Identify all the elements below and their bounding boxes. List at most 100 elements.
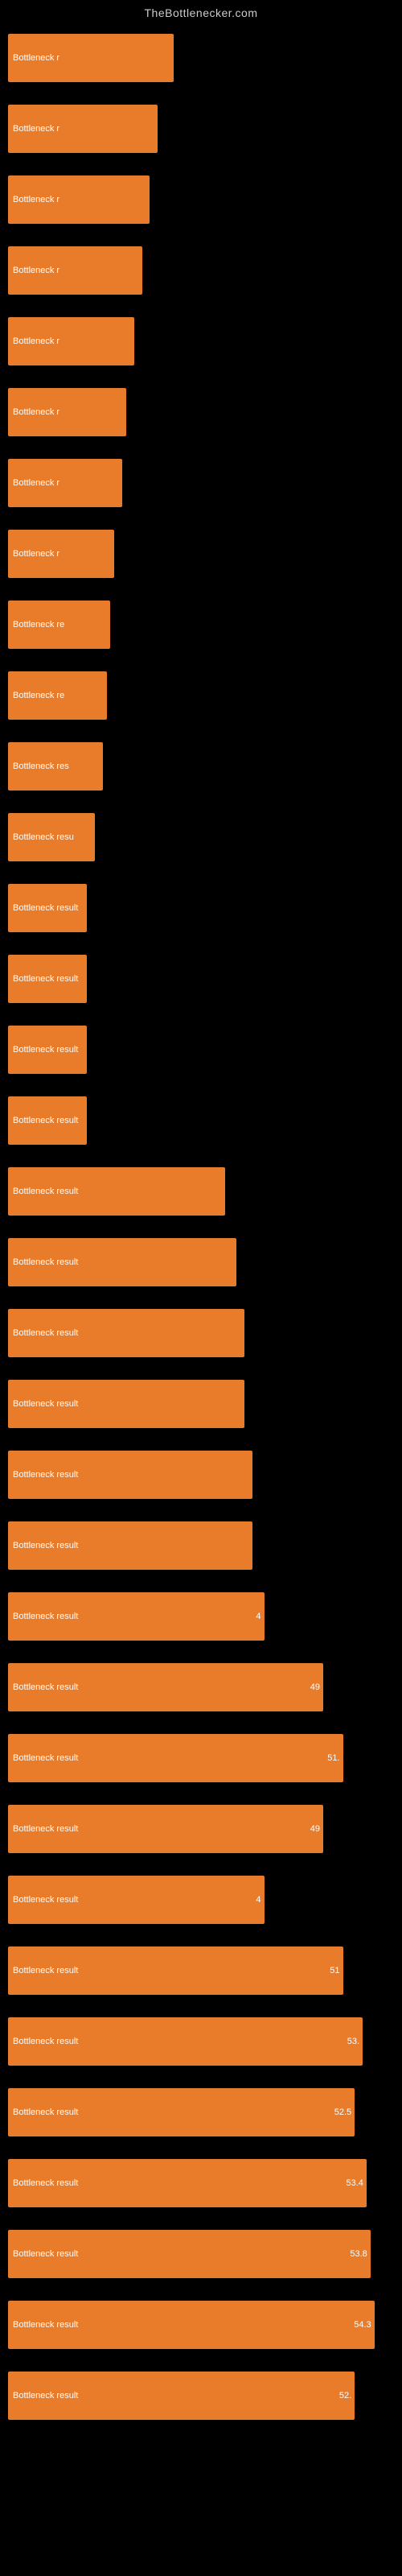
bar-row: 49Bottleneck result	[8, 1652, 402, 1723]
bar-row: Bottleneck result	[8, 873, 402, 943]
bar-fill: Bottleneck result	[8, 1026, 87, 1074]
bar-value: 49	[310, 1682, 323, 1692]
bar-fill: 4 Bottleneck result	[8, 1592, 265, 1641]
bar-row: Bottleneck result	[8, 1439, 402, 1510]
bar-fill: 54.3 Bottleneck result	[8, 2301, 375, 2349]
bar-value: 54.3	[354, 2320, 374, 2330]
bar-value: 51.	[327, 1753, 343, 1763]
bar-fill: Bottleneck result	[8, 884, 87, 932]
bar-fill: Bottleneck re	[8, 601, 110, 649]
bar-row: Bottleneck result	[8, 943, 402, 1014]
bar-row: 54.3 Bottleneck result	[8, 2289, 402, 2360]
bar-fill: 53.8 Bottleneck result	[8, 2230, 371, 2278]
bar-fill: Bottleneck res	[8, 742, 103, 791]
site-title: TheBottlenecker.com	[0, 0, 402, 23]
bar-row: Bottleneck r	[8, 306, 402, 377]
bar-row: Bottleneck result	[8, 1085, 402, 1156]
bar-label: Bottleneck result	[10, 1610, 81, 1623]
bar-row: Bottleneck r	[8, 164, 402, 235]
bar-row: 52.Bottleneck result	[8, 2360, 402, 2431]
bar-label: Bottleneck result	[10, 1893, 81, 1906]
bar-value: 51	[330, 1966, 343, 1975]
bar-row: 49 Bottleneck result	[8, 1794, 402, 1864]
bar-row: Bottleneck r	[8, 448, 402, 518]
bar-fill: Bottleneck r	[8, 175, 150, 224]
bar-label: Bottleneck result	[10, 902, 81, 914]
bar-row: Bottleneck resu	[8, 802, 402, 873]
bar-fill: 49 Bottleneck result	[8, 1805, 323, 1853]
bar-label: Bottleneck result	[10, 2106, 81, 2119]
bar-value: 53.	[347, 2037, 363, 2046]
bar-fill: Bottleneck r	[8, 246, 142, 295]
bar-label: Bottleneck re	[10, 618, 68, 631]
bar-label: Bottleneck r	[10, 547, 63, 560]
bar-label: Bottleneck result	[10, 2177, 81, 2190]
bar-row: Bottleneck result	[8, 1227, 402, 1298]
bar-fill: Bottleneck r	[8, 317, 134, 365]
bar-label: Bottleneck result	[10, 1397, 81, 1410]
bar-fill: 51. Bottleneck result	[8, 1734, 343, 1782]
bar-row: Bottleneck r	[8, 23, 402, 93]
bar-fill: Bottleneck result	[8, 1309, 244, 1357]
bar-label: Bottleneck r	[10, 193, 63, 206]
bar-row: Bottleneck r	[8, 377, 402, 448]
bar-label: Bottleneck result	[10, 2318, 81, 2331]
bar-fill: 53.4 Bottleneck result	[8, 2159, 367, 2207]
bar-row: 52.5 Bottleneck result	[8, 2077, 402, 2148]
bar-label: Bottleneck result	[10, 1823, 81, 1835]
bar-fill: Bottleneck result	[8, 1451, 252, 1499]
bar-label: Bottleneck result	[10, 1964, 81, 1977]
bar-label: Bottleneck result	[10, 1752, 81, 1765]
bar-fill: 52.5 Bottleneck result	[8, 2088, 355, 2136]
bar-fill: Bottleneck re	[8, 671, 107, 720]
bar-label: Bottleneck r	[10, 264, 63, 277]
bar-value: 49	[310, 1824, 323, 1834]
bar-label: Bottleneck r	[10, 335, 63, 348]
bar-fill: Bottleneck r	[8, 388, 126, 436]
bar-row: 51. Bottleneck result	[8, 1723, 402, 1794]
bar-row: Bottleneck result	[8, 1298, 402, 1368]
bar-row: 4 Bottleneck result	[8, 1864, 402, 1935]
bar-label: Bottleneck re	[10, 689, 68, 702]
bar-fill: Bottleneck r	[8, 105, 158, 153]
bar-fill: Bottleneck result	[8, 1238, 236, 1286]
bar-fill: 49Bottleneck result	[8, 1663, 323, 1711]
bar-label: Bottleneck result	[10, 2248, 81, 2260]
bar-fill: Bottleneck result	[8, 1096, 87, 1145]
bar-label: Bottleneck r	[10, 52, 63, 64]
bar-fill: 51 Bottleneck result	[8, 1946, 343, 1995]
bar-value: 53.8	[350, 2249, 370, 2259]
bar-value: 4	[256, 1612, 264, 1621]
bar-fill: Bottleneck result	[8, 1167, 225, 1216]
bar-label: Bottleneck r	[10, 122, 63, 135]
bar-label: Bottleneck result	[10, 1114, 81, 1127]
chart-area: Bottleneck r Bottleneck r Bottleneck r Bott…	[0, 23, 402, 2431]
bar-label: Bottleneck result	[10, 1539, 81, 1552]
bar-fill: Bottleneck r	[8, 34, 174, 82]
bar-label: Bottleneck result	[10, 1327, 81, 1340]
bar-label: Bottleneck resu	[10, 831, 77, 844]
bar-fill: Bottleneck resu	[8, 813, 95, 861]
bar-row: Bottleneck re	[8, 660, 402, 731]
bar-row: Bottleneck result	[8, 1014, 402, 1085]
bar-label: Bottleneck result	[10, 1185, 81, 1198]
bar-row: 53. Bottleneck result	[8, 2006, 402, 2077]
bar-fill: Bottleneck result	[8, 955, 87, 1003]
bar-value: 53.4	[346, 2178, 366, 2188]
bar-fill: Bottleneck r	[8, 459, 122, 507]
bar-label: Bottleneck result	[10, 1468, 81, 1481]
bar-value: 4	[256, 1895, 264, 1905]
bar-label: Bottleneck res	[10, 760, 72, 773]
bar-fill: 4 Bottleneck result	[8, 1876, 265, 1924]
bar-row: Bottleneck result	[8, 1368, 402, 1439]
bar-fill: Bottleneck result	[8, 1521, 252, 1570]
bar-label: Bottleneck result	[10, 1256, 81, 1269]
bar-row: 4 Bottleneck result	[8, 1581, 402, 1652]
bar-value: 52.5	[334, 2107, 355, 2117]
bar-row: Bottleneck res	[8, 731, 402, 802]
bar-row: Bottleneck result	[8, 1510, 402, 1581]
bar-fill: 53. Bottleneck result	[8, 2017, 363, 2066]
bar-label: Bottleneck result	[10, 2035, 81, 2048]
bar-value: 52.	[339, 2391, 355, 2401]
bar-fill: Bottleneck result	[8, 1380, 244, 1428]
